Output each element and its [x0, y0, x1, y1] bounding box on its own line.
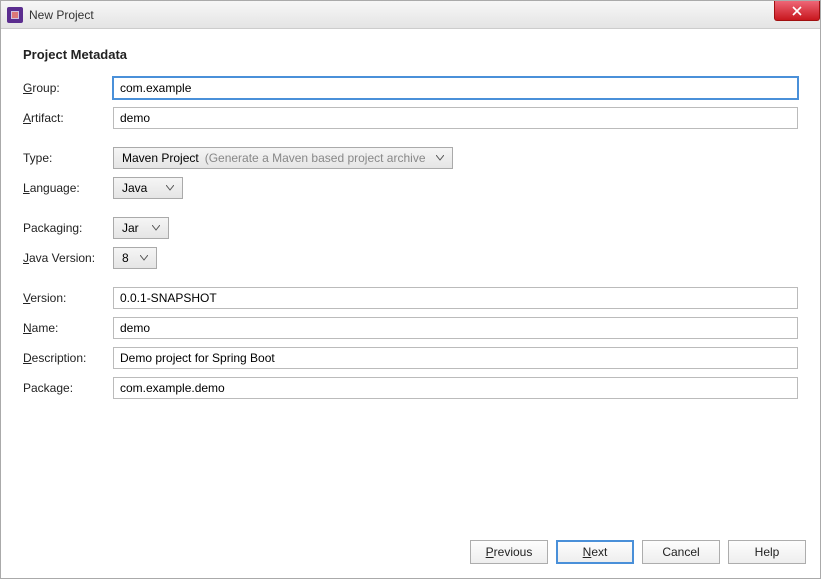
java-version-value: 8 [122, 251, 129, 265]
label-package: Package: [23, 381, 113, 395]
row-version: Version: [23, 286, 798, 310]
row-name: Name: [23, 316, 798, 340]
titlebar: New Project [1, 1, 820, 29]
label-description: Description: [23, 351, 113, 365]
group-input[interactable] [113, 77, 798, 99]
close-icon [792, 6, 802, 16]
version-input[interactable] [113, 287, 798, 309]
row-artifact: Artifact: [23, 106, 798, 130]
packaging-dropdown[interactable]: Jar [113, 217, 169, 239]
artifact-input[interactable] [113, 107, 798, 129]
java-version-dropdown[interactable]: 8 [113, 247, 157, 269]
label-packaging: Packaging: [23, 221, 113, 235]
packaging-value: Jar [122, 221, 139, 235]
button-bar: Previous Next Cancel Help [1, 530, 820, 578]
row-description: Description: [23, 346, 798, 370]
label-java-version: Java Version: [23, 251, 113, 265]
language-value: Java [122, 181, 147, 195]
row-language: Language: Java [23, 176, 798, 200]
chevron-down-icon [148, 225, 164, 231]
row-package: Package: [23, 376, 798, 400]
row-packaging: Packaging: Jar [23, 216, 798, 240]
language-dropdown[interactable]: Java [113, 177, 183, 199]
row-java-version: Java Version: 8 [23, 246, 798, 270]
description-input[interactable] [113, 347, 798, 369]
dialog-content: Project Metadata Group: Artifact: Type: … [1, 29, 820, 530]
close-button[interactable] [774, 1, 820, 21]
label-group: Group: [23, 81, 113, 95]
section-heading: Project Metadata [23, 47, 798, 62]
dialog-window: New Project Project Metadata Group: Arti… [0, 0, 821, 579]
type-value: Maven Project [122, 151, 199, 165]
chevron-down-icon [162, 185, 178, 191]
window-title: New Project [29, 8, 94, 22]
package-input[interactable] [113, 377, 798, 399]
row-type: Type: Maven Project (Generate a Maven ba… [23, 146, 798, 170]
app-icon [7, 7, 23, 23]
chevron-down-icon [432, 155, 448, 161]
previous-button[interactable]: Previous [470, 540, 548, 564]
label-type: Type: [23, 151, 113, 165]
label-name: Name: [23, 321, 113, 335]
type-dropdown[interactable]: Maven Project (Generate a Maven based pr… [113, 147, 453, 169]
cancel-button[interactable]: Cancel [642, 540, 720, 564]
next-button[interactable]: Next [556, 540, 634, 564]
type-hint: (Generate a Maven based project archive [205, 151, 426, 165]
chevron-down-icon [136, 255, 152, 261]
name-input[interactable] [113, 317, 798, 339]
help-button[interactable]: Help [728, 540, 806, 564]
label-version: Version: [23, 291, 113, 305]
label-language: Language: [23, 181, 113, 195]
row-group: Group: [23, 76, 798, 100]
spacer [23, 406, 798, 530]
label-artifact: Artifact: [23, 111, 113, 125]
